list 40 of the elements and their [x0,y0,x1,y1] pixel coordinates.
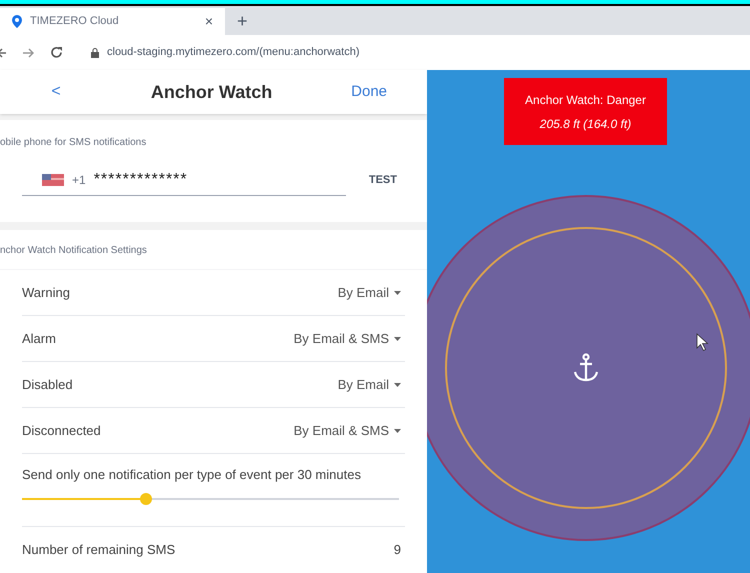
setting-label: Warning [22,284,70,302]
country-code: +1 [72,172,86,189]
notification-dropdown[interactable]: By Email [338,374,401,394]
address-field[interactable]: cloud-staging.mytimezero.com/(menu:anchorwatch) [107,44,360,61]
setting-label: Send only one notification per type of event per 30 minutes [22,466,362,484]
caret-icon [394,382,401,386]
interval-slider[interactable] [22,492,399,504]
alert-title: Anchor Watch: Danger [525,92,646,108]
phone-number-field[interactable]: ************* [94,168,188,192]
section-heading: obile phone for SMS notifications [0,136,148,150]
done-button[interactable]: Done [351,80,387,104]
location-pin-icon [12,15,22,28]
back-button[interactable]: < [40,80,72,104]
notification-dropdown[interactable]: By Email & SMS [294,328,401,348]
caret-icon [394,290,401,294]
browser-tab[interactable]: TIMEZERO Cloud × [0,8,225,35]
lock-icon [91,48,99,58]
section-heading: nchor Watch Notification Settings [0,230,427,270]
mouse-cursor-icon [696,333,709,352]
caret-icon [394,428,401,432]
close-tab-button[interactable]: × [204,11,213,32]
flag-icon [42,174,64,186]
map-view[interactable]: Anchor Watch: Danger 205.8 ft (164.0 ft) [427,70,750,573]
test-button[interactable]: TEST [368,172,397,188]
setting-label: Disabled [22,376,73,394]
new-tab-button[interactable]: + [225,8,260,35]
tab-title: TIMEZERO Cloud [30,14,120,30]
reload-icon[interactable] [50,46,63,59]
setting-label: Number of remaining SMS [22,541,176,560]
setting-label: Alarm [22,330,56,348]
page-title: Anchor Watch [150,80,274,104]
notification-dropdown[interactable]: By Email [338,282,401,302]
remaining-count: 9 [394,541,401,560]
forward-arrow-icon[interactable] [22,46,34,58]
setting-label: Disconnected [22,422,101,440]
notification-dropdown[interactable]: By Email & SMS [294,420,401,440]
back-arrow-icon[interactable] [0,46,6,58]
alert-distance: 205.8 ft (164.0 ft) [540,116,632,132]
anchor-icon [574,353,598,382]
caret-icon [394,336,401,340]
